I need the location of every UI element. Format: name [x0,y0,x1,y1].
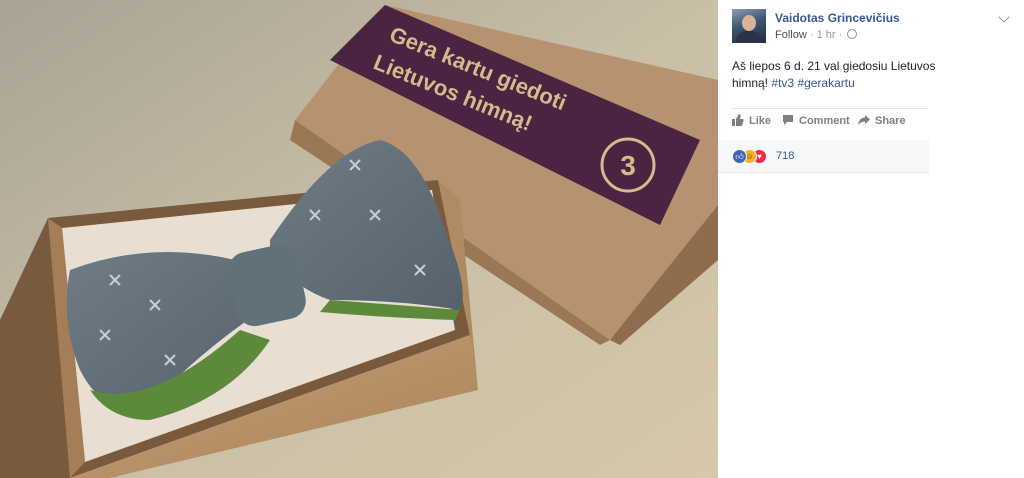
post-actions: Like Comment Share [732,114,932,132]
reactions-bar: 👍︎ ☺ ♥ 718 [718,140,929,173]
like-label: Like [749,115,772,127]
svg-text:3: 3 [620,150,636,181]
share-label: Share [875,115,906,127]
meta-separator: · [809,29,817,41]
meta-separator: · [838,29,846,41]
thumbs-up-icon [732,114,744,126]
like-icon: 👍︎ [732,149,747,164]
hashtag-tv3[interactable]: #tv3 [771,76,794,90]
divider [732,108,928,109]
like-button[interactable]: Like [732,114,771,127]
reaction-count[interactable]: 718 [776,150,794,162]
author-name[interactable]: Vaidotas Grincevičius [775,11,900,25]
share-button[interactable]: Share [858,114,906,127]
comment-icon [783,115,793,125]
post-photo[interactable]: 3 Gera kartu giedoti Lietuvos himną! [0,0,718,478]
post-meta: Follow · 1 hr · [775,29,858,41]
comment-button[interactable]: Comment [782,114,850,127]
chevron-down-icon[interactable] [998,11,1010,23]
hashtag-gerakartu[interactable]: #gerakartu [797,76,854,90]
follow-link[interactable]: Follow [775,29,807,41]
globe-icon [847,29,858,39]
avatar-shirt [736,31,762,43]
share-icon [858,115,870,125]
comment-label: Comment [799,115,850,127]
post-sidebar: Vaidotas Grincevičius Follow · 1 hr · Aš… [718,0,1024,478]
post-text: Aš liepos 6 d. 21 val giedosiu Lietuvos … [732,58,942,92]
avatar[interactable] [732,9,766,43]
post-header: Vaidotas Grincevičius Follow · 1 hr · [732,9,1022,45]
avatar-face [742,15,756,31]
post-time[interactable]: 1 hr [817,29,836,41]
